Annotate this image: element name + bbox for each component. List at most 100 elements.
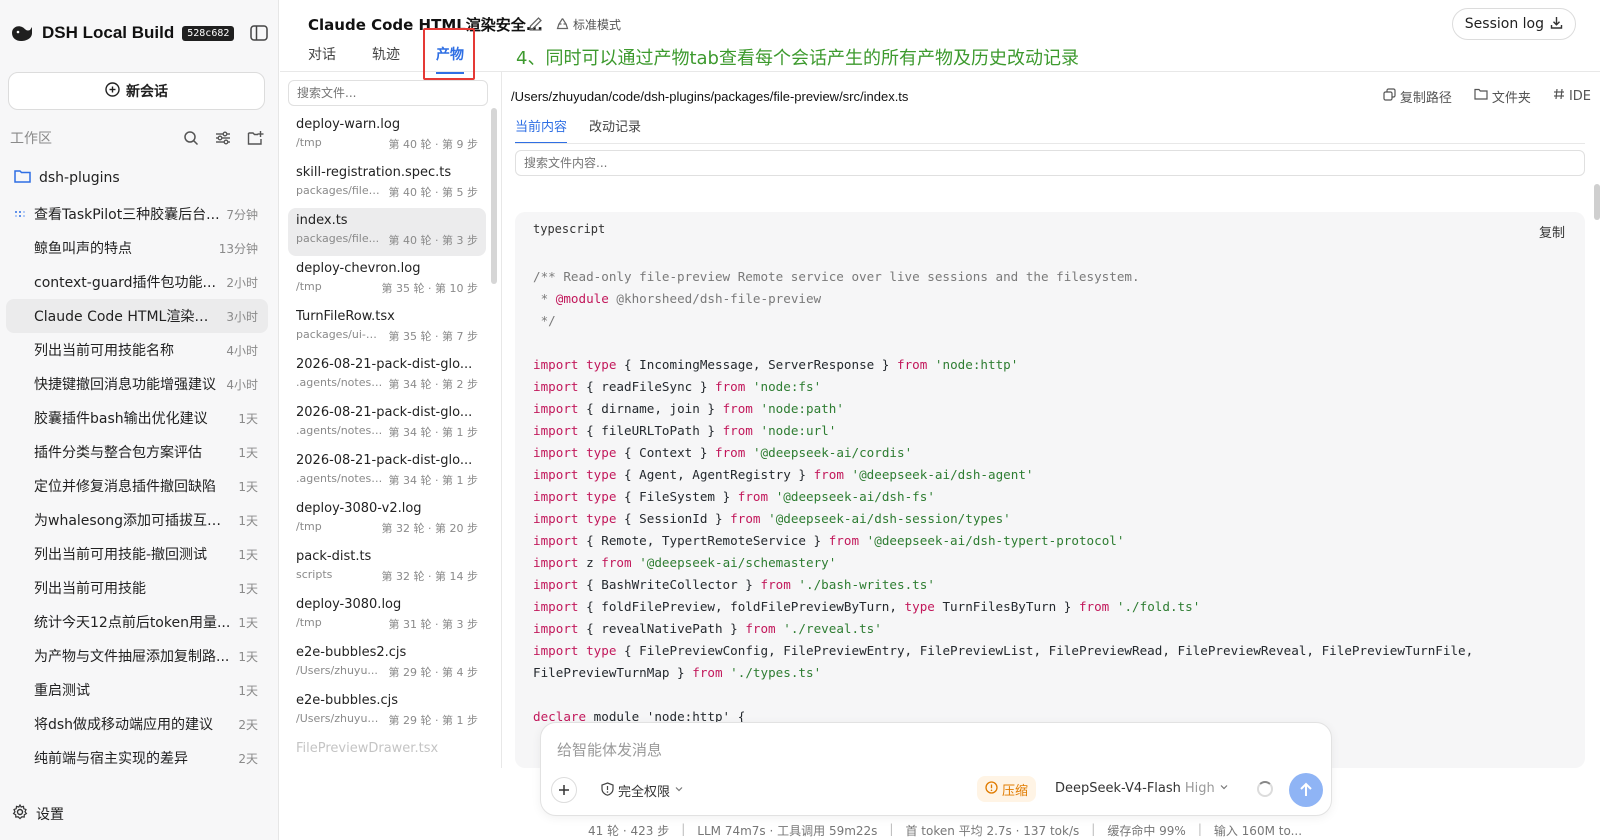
settings-button[interactable]: 设置 (12, 803, 64, 824)
session-item[interactable]: 插件分类与整合包方案评估 1天 (6, 435, 268, 469)
header-tab-1[interactable]: 轨迹 (372, 44, 400, 74)
file-item[interactable]: pack-dist.ts scripts 第 32 轮 · 第 14 步 (288, 544, 486, 592)
open-ide-button[interactable]: IDE (1553, 88, 1591, 104)
recycle-icon (556, 17, 569, 33)
session-item[interactable]: 为产物与文件抽屉添加复制路... 1天 (6, 639, 268, 673)
code-line: /** Read-only file-preview Remote servic… (533, 266, 1573, 288)
session-item[interactable]: 为whalesong添加可插拔互动... 1天 (6, 503, 268, 537)
code-token: '@deepseek-ai/cordis' (752, 445, 913, 460)
code-token: { dirname, join } (578, 401, 723, 416)
permission-dropdown[interactable]: 完全权限 (601, 781, 684, 800)
session-item[interactable]: 查看TaskPilot三种胶囊后台... 7分钟 (6, 197, 268, 231)
workspace-folder[interactable]: dsh-plugins (14, 166, 120, 190)
file-item[interactable]: deploy-warn.log/tmp 第 40 轮 · 第 9 步 (288, 112, 486, 160)
status-separator: | (1197, 822, 1202, 836)
copy-code-button[interactable]: 复制 (1539, 222, 1565, 241)
compress-label: 压缩 (1002, 783, 1029, 799)
code-token: from (828, 533, 860, 548)
header-tab-0[interactable]: 对话 (308, 44, 336, 74)
pencil-icon[interactable] (528, 16, 543, 35)
model-selector[interactable]: DeepSeek-V4-Flash High (1055, 781, 1229, 796)
file-item[interactable]: TurnFileRow.tsx packages/ui-fi... 第 35 轮 ·… (288, 304, 486, 352)
session-title: 快捷键撤回消息功能增强建议 (34, 377, 216, 393)
compress-button[interactable]: 压缩 (977, 776, 1037, 802)
file-item[interactable]: 2026-08-21-pack-dist-glo... .agents/notes… (288, 448, 486, 496)
search-icon[interactable] (182, 129, 200, 147)
session-item[interactable]: 列出当前可用技能-撤回测试 1天 (6, 537, 268, 571)
code-line: * @module @khorsheed/dsh-file-preview (533, 288, 1573, 310)
preview-tab-1[interactable]: 改动记录 (589, 116, 641, 144)
copy-path-button[interactable]: 复制路径 (1383, 87, 1452, 106)
hash-icon (1553, 88, 1565, 104)
file-item[interactable]: 2026-08-21-pack-dist-glo... .agents/notes… (288, 352, 486, 400)
status-item: 缓存命中 99% (1107, 824, 1186, 838)
new-folder-icon[interactable] (246, 129, 264, 147)
code-token: './bash-writes.ts' (798, 577, 935, 592)
session-item[interactable]: 统计今天12点前后token用量... 1天 (6, 605, 268, 639)
code-line: import type { Agent, AgentRegistry } fro… (533, 464, 1573, 486)
session-item[interactable]: 列出当前可用技能名称 4小时 (6, 333, 268, 367)
content-search-input[interactable] (515, 150, 1585, 176)
file-name: e2e-bubbles2.cjs (296, 645, 407, 660)
file-name: deploy-3080-v2.log (296, 501, 422, 516)
code-line: import type { IncomingMessage, ServerRes… (533, 354, 1573, 376)
session-item[interactable]: 列出当前可用技能 1天 (6, 571, 268, 605)
session-item[interactable]: 鲸鱼叫声的特点 13分钟 (6, 231, 268, 265)
file-item[interactable]: 2026-08-21-pack-dist-glo... .agents/notes… (288, 400, 486, 448)
file-item[interactable]: index.ts packages/file... 第 40 轮 · 第 3 步 (288, 208, 486, 256)
session-log-button[interactable]: Session log (1451, 8, 1576, 40)
shield-icon (601, 781, 614, 800)
session-item[interactable]: context-guard插件包功能... 2小时 (6, 265, 268, 299)
file-meta: /tmp 第 31 轮 · 第 3 步 (296, 616, 478, 632)
code-token: 'node:fs' (752, 379, 822, 394)
file-list-scrollbar[interactable] (491, 108, 497, 284)
file-item[interactable]: skill-registration.spec.ts packages/file-… (288, 160, 486, 208)
warning-circle-icon (985, 780, 998, 798)
preview-tab-0[interactable]: 当前内容 (515, 116, 568, 144)
filter-sliders-icon[interactable] (214, 129, 232, 147)
file-item[interactable]: deploy-3080-v2.log/tmp 第 32 轮 · 第 20 步 (288, 496, 486, 544)
session-time: 1天 (238, 479, 258, 494)
permission-label: 完全权限 (618, 785, 671, 800)
session-item[interactable]: 将dsh做成移动端应用的建议 2天 (6, 707, 268, 741)
file-turn: 第 35 轮 · 第 7 步 (388, 330, 478, 343)
session-title: 查看TaskPilot三种胶囊后台... (34, 207, 220, 223)
mode-toggle[interactable]: 标准模式 (556, 16, 621, 33)
session-item[interactable]: 纯前端与宿主实现的差异 2天 (6, 741, 268, 775)
session-item[interactable]: Claude Code HTML渲染安... 3小时 (6, 299, 268, 333)
code-line: import { BashWriteCollector } from './ba… (533, 574, 1573, 596)
message-input[interactable]: 给智能体发消息 (557, 739, 662, 760)
file-turn: 第 31 轮 · 第 3 步 (388, 618, 478, 631)
new-chat-button[interactable]: 新会话 (8, 72, 265, 110)
session-item[interactable]: 定位并修复消息插件撤回缺陷 1天 (6, 469, 268, 503)
preview-scrollbar[interactable] (1594, 184, 1600, 220)
code-line: import { fileURLToPath } from 'node:url' (533, 420, 1573, 442)
code-token: type (586, 357, 617, 372)
session-title: 列出当前可用技能名称 (34, 343, 174, 359)
annotation-text: 4、同时可以通过产物tab查看每个会话产生的所有产物及历史改动记录 (516, 48, 1079, 69)
file-item[interactable]: e2e-bubbles2.cjs/Users/zhuyu... 第 29 轮 · … (288, 640, 486, 688)
file-item[interactable]: e2e-bubbles.cjs/Users/zhuyud... 第 29 轮 · … (288, 688, 486, 736)
session-item[interactable]: 快捷键撤回消息功能增强建议 4小时 (6, 367, 268, 401)
code-token: '@deepseek-ai/dsh-typert-protocol' (866, 533, 1125, 548)
file-search-input[interactable] (288, 80, 488, 106)
file-item[interactable]: FilePreviewDrawer.tsx (288, 736, 486, 762)
file-name: deploy-chevron.log (296, 261, 421, 276)
open-folder-button[interactable]: 文件夹 (1474, 87, 1531, 106)
file-item[interactable]: deploy-chevron.log/tmp 第 35 轮 · 第 10 步 (288, 256, 486, 304)
file-turn: 第 40 轮 · 第 5 步 (388, 186, 478, 199)
file-item[interactable]: deploy-3080.log/tmp 第 31 轮 · 第 3 步 (288, 592, 486, 640)
session-item[interactable]: 胶囊插件bash输出优化建议 1天 (6, 401, 268, 435)
attach-plus-button[interactable] (551, 777, 577, 803)
status-separator: | (1091, 822, 1096, 836)
code-token: 'node:path' (760, 401, 844, 416)
sidebar-toggle-icon[interactable] (248, 22, 270, 44)
send-button[interactable] (1289, 773, 1323, 807)
session-item[interactable]: 重启测试 1天 (6, 673, 268, 707)
